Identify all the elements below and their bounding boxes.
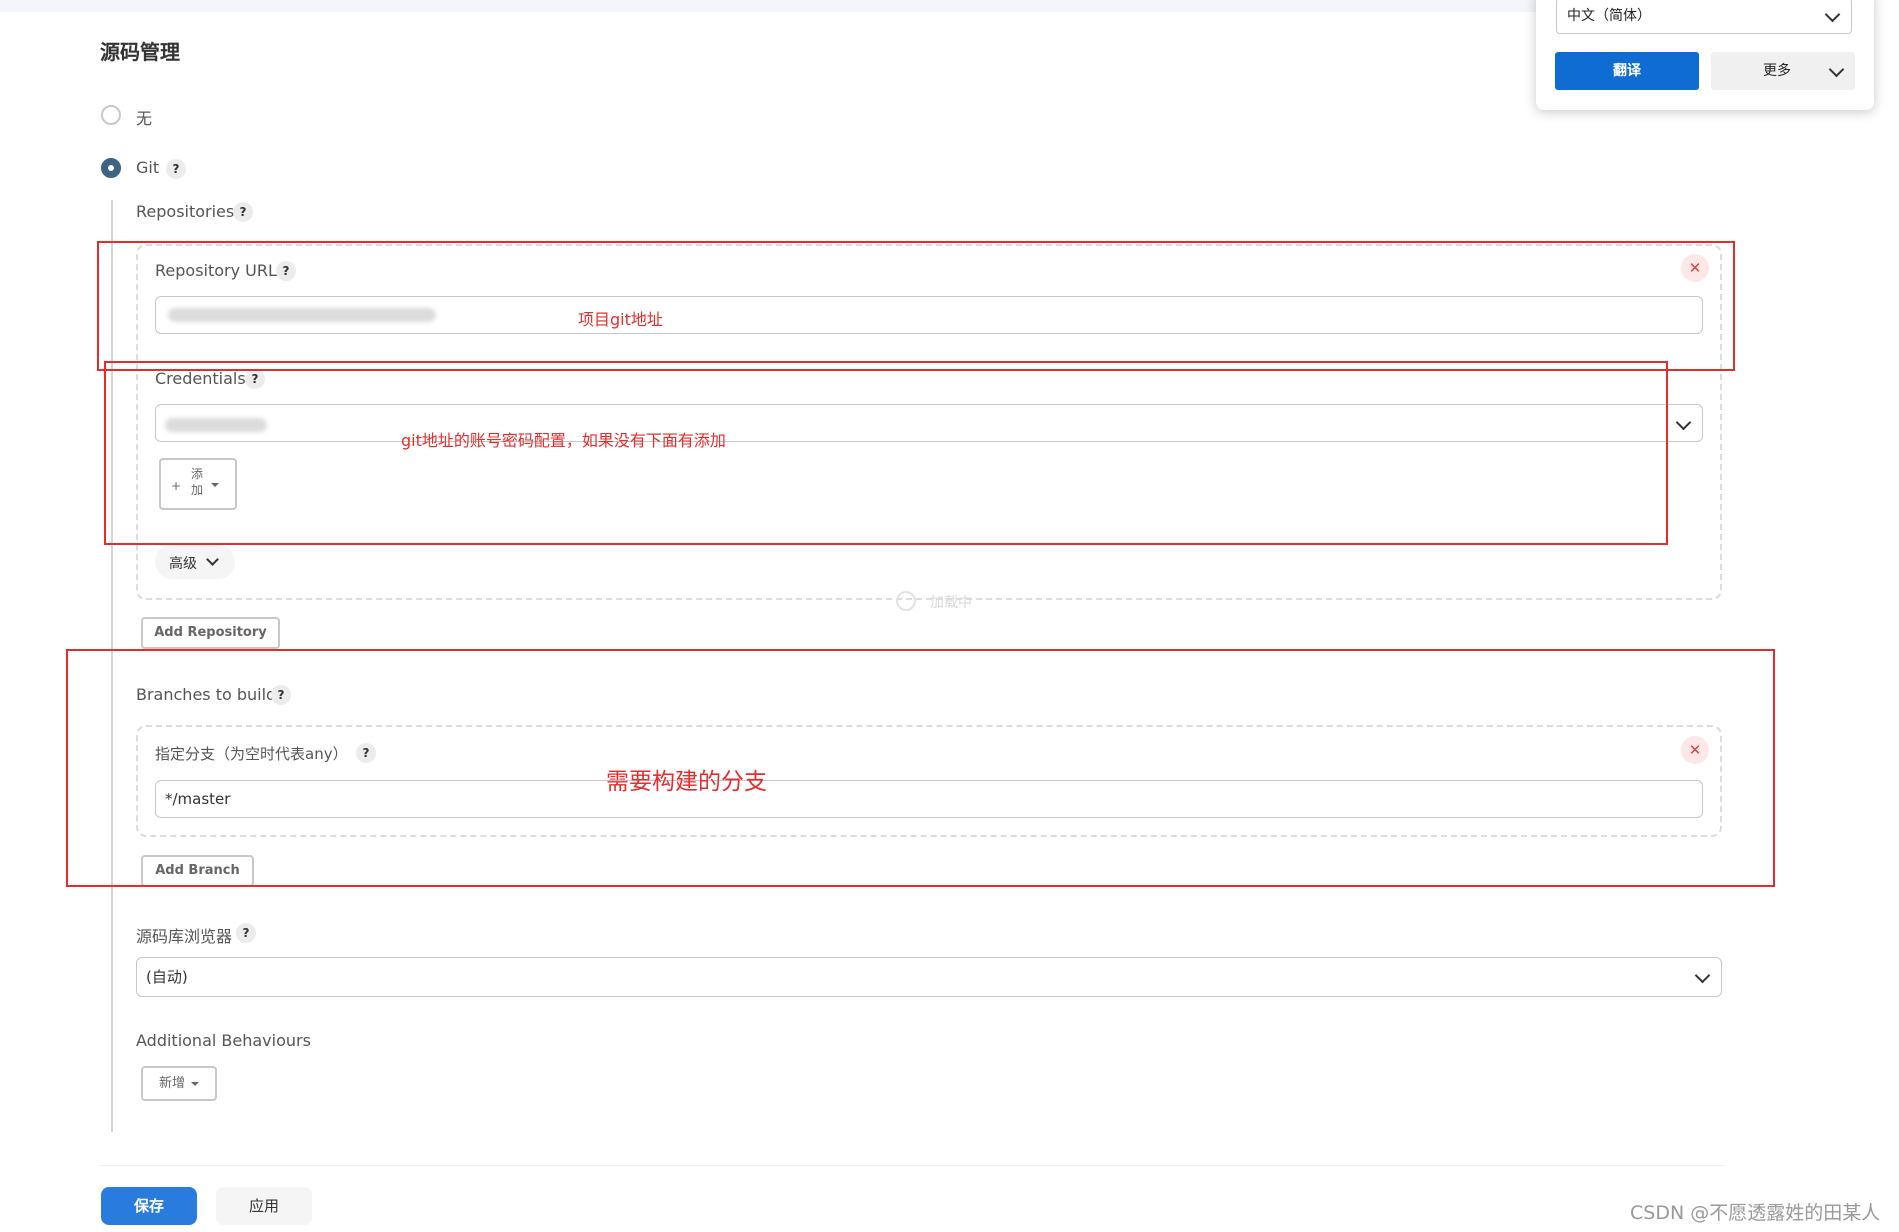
radio-none-label: 无 bbox=[136, 109, 153, 128]
radio-none[interactable] bbox=[101, 105, 121, 125]
translate-button[interactable]: 翻译 bbox=[1555, 52, 1699, 90]
save-button[interactable]: 保存 bbox=[101, 1187, 197, 1225]
repo-browser-label: 源码库浏览器 bbox=[136, 927, 233, 946]
annotation-repo-url: 项目git地址 bbox=[578, 310, 663, 329]
git-help-icon[interactable]: ? bbox=[166, 159, 186, 179]
section-title: 源码管理 bbox=[100, 40, 180, 64]
caret-down-icon bbox=[191, 1082, 199, 1086]
additional-behaviours-label: Additional Behaviours bbox=[136, 1031, 311, 1050]
translate-popup: 中文（简体） 翻译 更多 bbox=[1536, 0, 1874, 110]
loading-spinner-icon bbox=[896, 591, 916, 611]
watermark: CSDN @不愿透露姓的田某人 bbox=[1630, 1202, 1881, 1224]
radio-git[interactable] bbox=[101, 158, 121, 178]
radio-git-label: Git bbox=[136, 158, 160, 177]
language-select[interactable]: 中文（简体） bbox=[1556, 0, 1852, 34]
add-behaviour-button[interactable]: 新增 bbox=[141, 1066, 217, 1101]
advanced-chevron-down-icon bbox=[206, 553, 219, 566]
repositories-help-icon[interactable]: ? bbox=[233, 202, 253, 222]
repo-browser-value: (自动) bbox=[146, 968, 188, 986]
divider bbox=[100, 1165, 1724, 1166]
annotation-credentials: git地址的账号密码配置，如果没有下面有添加 bbox=[401, 431, 726, 450]
more-button[interactable]: 更多 bbox=[1711, 52, 1855, 90]
repo-browser-help-icon[interactable]: ? bbox=[236, 923, 256, 943]
add-behaviour-label: 新增 bbox=[159, 1076, 186, 1091]
loading-text: 加载中 bbox=[930, 595, 972, 611]
top-bar bbox=[0, 0, 1536, 12]
language-value: 中文（简体） bbox=[1567, 8, 1651, 24]
annotation-branch: 需要构建的分支 bbox=[606, 769, 767, 795]
advanced-button[interactable]: 高级 bbox=[155, 545, 235, 579]
apply-button[interactable]: 应用 bbox=[216, 1187, 312, 1225]
more-chevron-down-icon bbox=[1828, 61, 1845, 78]
language-chevron-down-icon bbox=[1824, 6, 1841, 23]
repo-browser-select[interactable]: (自动) bbox=[136, 957, 1722, 997]
annotation-box-repo-url bbox=[97, 241, 1735, 371]
repositories-label: Repositories bbox=[136, 202, 235, 221]
add-repository-button[interactable]: Add Repository bbox=[141, 617, 280, 649]
annotation-box-branches bbox=[66, 649, 1775, 887]
advanced-label: 高级 bbox=[169, 556, 197, 572]
annotation-box-credentials bbox=[104, 361, 1668, 545]
more-label: 更多 bbox=[1763, 63, 1791, 79]
